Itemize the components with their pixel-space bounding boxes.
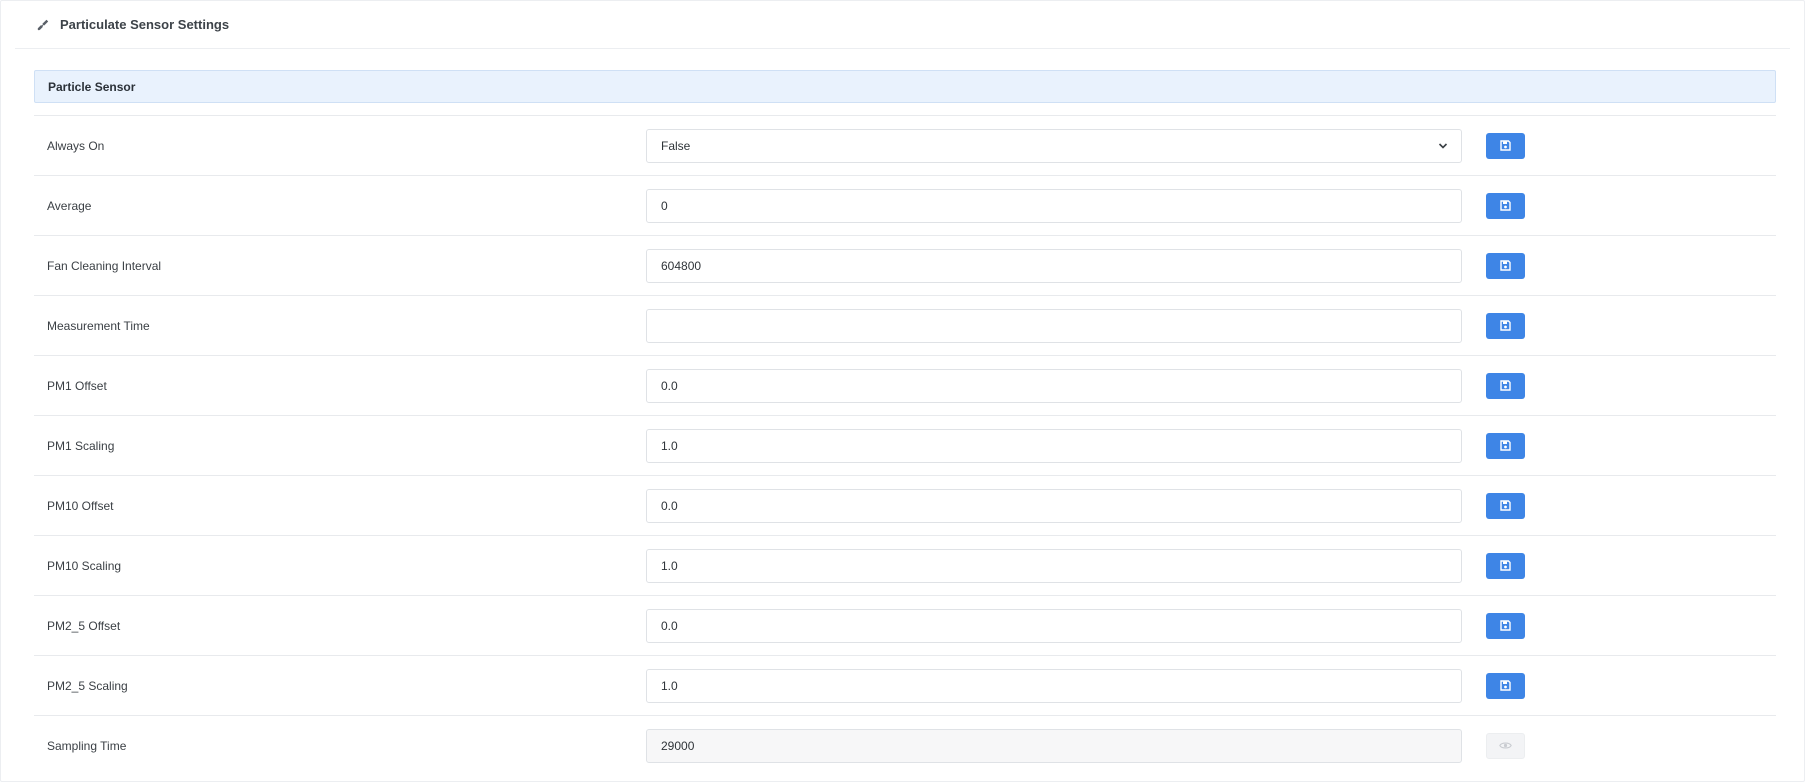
setting-row-pm1_scaling: PM1 Scaling 1.0 <box>34 415 1776 475</box>
setting-label: PM1 Scaling <box>47 438 115 453</box>
wrench-icon <box>36 18 50 32</box>
always-on-select[interactable]: False <box>646 128 1462 163</box>
setting-label: Fan Cleaning Interval <box>47 258 162 273</box>
eye-icon <box>1499 742 1512 749</box>
pm2-5-scaling-input[interactable]: 1.0 <box>646 668 1462 703</box>
field-value: 0.0 <box>661 498 678 513</box>
field-value: 0 <box>661 198 668 213</box>
setting-label: Average <box>47 198 92 213</box>
pm1-scaling-input[interactable]: 1.0 <box>646 428 1462 463</box>
floppy-disk-icon <box>1500 500 1511 511</box>
save-button[interactable] <box>1486 252 1525 279</box>
setting-row-measurement_time: Measurement Time <box>34 295 1776 355</box>
fan-cleaning-interval-input[interactable]: 604800 <box>646 248 1462 283</box>
setting-row-pm2_5_offset: PM2_5 Offset 0.0 <box>34 595 1776 655</box>
save-button[interactable] <box>1486 312 1525 339</box>
setting-label: PM2_5 Scaling <box>47 678 128 693</box>
save-button[interactable] <box>1486 132 1525 159</box>
floppy-disk-icon <box>1500 260 1511 271</box>
floppy-disk-icon <box>1500 620 1511 631</box>
settings-list: Always On False Average 0 Fan Cleaning Inter… <box>34 115 1776 775</box>
page-title: Particulate Sensor Settings <box>60 17 230 32</box>
field-value: 1.0 <box>661 558 678 573</box>
floppy-disk-icon <box>1500 380 1511 391</box>
floppy-disk-icon <box>1500 140 1511 151</box>
setting-row-average: Average 0 <box>34 175 1776 235</box>
setting-label: PM1 Offset <box>47 378 107 393</box>
save-button[interactable] <box>1486 612 1525 639</box>
card-header: Particulate Sensor Settings <box>15 1 1790 49</box>
field-value: 29000 <box>661 738 695 753</box>
field-value: 1.0 <box>661 438 678 453</box>
setting-row-pm10_offset: PM10 Offset 0.0 <box>34 475 1776 535</box>
measurement-time-input[interactable] <box>646 308 1462 343</box>
save-button[interactable] <box>1486 372 1525 399</box>
setting-label: PM10 Offset <box>47 498 114 513</box>
floppy-disk-icon <box>1500 200 1511 211</box>
field-value: 604800 <box>661 258 702 273</box>
setting-label: Sampling Time <box>47 738 127 753</box>
average-input[interactable]: 0 <box>646 188 1462 223</box>
setting-row-pm1_offset: PM1 Offset 0.0 <box>34 355 1776 415</box>
section-title: Particle Sensor <box>48 79 136 94</box>
field-value: 0.0 <box>661 378 678 393</box>
setting-label: Measurement Time <box>47 318 150 333</box>
floppy-disk-icon <box>1500 440 1511 451</box>
field-value: 0.0 <box>661 618 678 633</box>
field-value: 1.0 <box>661 678 678 693</box>
section-header: Particle Sensor <box>34 70 1776 103</box>
pm2-5-offset-input[interactable]: 0.0 <box>646 608 1462 643</box>
pm10-scaling-input[interactable]: 1.0 <box>646 548 1462 583</box>
save-button[interactable] <box>1486 192 1525 219</box>
setting-label: PM2_5 Offset <box>47 618 121 633</box>
setting-row-always_on: Always On False <box>34 115 1776 175</box>
setting-row-sampling_time: Sampling Time 29000 <box>34 715 1776 775</box>
floppy-disk-icon <box>1500 560 1511 571</box>
pm10-offset-input[interactable]: 0.0 <box>646 488 1462 523</box>
floppy-disk-icon <box>1500 680 1511 691</box>
floppy-disk-icon <box>1500 320 1511 331</box>
chevron-down-icon <box>1438 142 1448 149</box>
setting-row-fan_cleaning_interval: Fan Cleaning Interval 604800 <box>34 235 1776 295</box>
save-button[interactable] <box>1486 432 1525 459</box>
settings-card: Particulate Sensor Settings Particle Sen… <box>0 0 1805 782</box>
setting-row-pm10_scaling: PM10 Scaling 1.0 <box>34 535 1776 595</box>
save-button[interactable] <box>1486 552 1525 579</box>
field-value: False <box>661 138 691 153</box>
save-button[interactable] <box>1486 672 1525 699</box>
setting-label: Always On <box>47 138 105 153</box>
setting-label: PM10 Scaling <box>47 558 122 573</box>
setting-row-pm2_5_scaling: PM2_5 Scaling 1.0 <box>34 655 1776 715</box>
sampling-time-input: 29000 <box>646 728 1462 763</box>
save-button[interactable] <box>1486 492 1525 519</box>
pm1-offset-input[interactable]: 0.0 <box>646 368 1462 403</box>
view-button[interactable] <box>1486 732 1525 759</box>
